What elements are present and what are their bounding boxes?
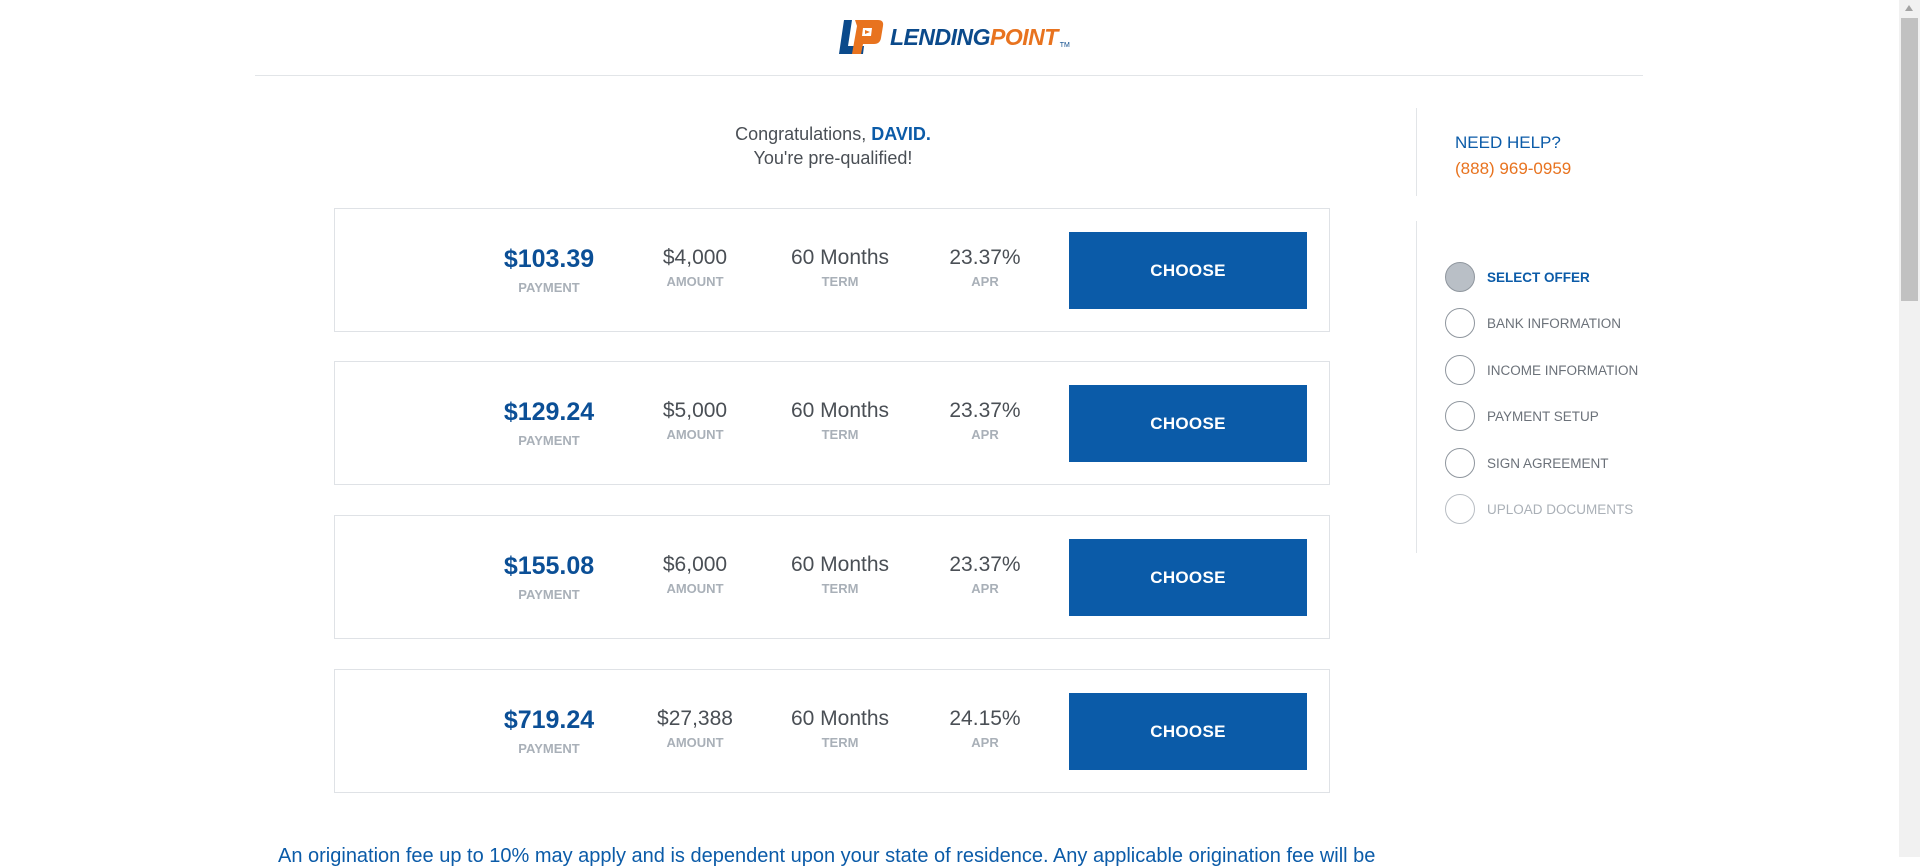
offer-card: $719.24 PAYMENT $27,388 AMOUNT 60 Months TE…	[334, 669, 1330, 793]
step-income-information: INCOME INFORMATION	[1445, 354, 1638, 386]
step-indicator-icon	[1445, 355, 1475, 385]
sidebar-divider	[1416, 108, 1417, 196]
help-phone-link[interactable]: (888) 969-0959	[1455, 159, 1571, 179]
apr-label: APR	[971, 274, 999, 289]
offer-apr: 23.37% APR	[925, 553, 1045, 596]
payment-label: PAYMENT	[518, 587, 580, 602]
offer-apr: 23.37% APR	[925, 399, 1045, 442]
payment-label: PAYMENT	[518, 280, 580, 295]
term-value: 60 Months	[790, 707, 890, 730]
offer-payment: $719.24 PAYMENT	[489, 706, 609, 756]
term-value: 60 Months	[790, 246, 890, 269]
logo-text-lending: LENDING	[890, 23, 991, 50]
scroll-up-arrow-icon[interactable]	[1905, 5, 1913, 11]
header-divider	[255, 75, 1643, 76]
page-scrollbar[interactable]	[1899, 0, 1920, 857]
apr-value: 24.15%	[949, 707, 1021, 730]
payment-label: PAYMENT	[518, 433, 580, 448]
amount-value: $5,000	[662, 399, 728, 422]
step-label: UPLOAD DOCUMENTS	[1487, 501, 1634, 517]
term-value: 60 Months	[790, 399, 890, 422]
payment-value: $103.39	[503, 245, 595, 273]
term-label: TERM	[821, 735, 859, 750]
offer-term: 60 Months TERM	[780, 707, 900, 750]
step-label: BANK INFORMATION	[1487, 315, 1622, 331]
offer-term: 60 Months TERM	[780, 246, 900, 289]
term-value: 60 Months	[790, 553, 890, 576]
apr-value: 23.37%	[949, 399, 1021, 422]
lendingpoint-logo[interactable]: LENDINGPOINT TM	[838, 17, 1070, 57]
sidebar-divider	[1416, 221, 1417, 553]
term-label: TERM	[821, 427, 859, 442]
step-bank-information: BANK INFORMATION	[1445, 307, 1621, 339]
offer-term: 60 Months TERM	[780, 399, 900, 442]
payment-value: $155.08	[503, 552, 595, 580]
term-label: TERM	[821, 274, 859, 289]
amount-label: AMOUNT	[666, 735, 724, 750]
offer-card: $103.39 PAYMENT $4,000 AMOUNT 60 Months TER…	[334, 208, 1330, 332]
apr-value: 23.37%	[949, 246, 1021, 269]
greeting-prefix: Congratulations,	[735, 124, 872, 144]
apr-label: APR	[971, 581, 999, 596]
prequalified-text: You're pre-qualified!	[753, 148, 913, 168]
choose-offer-button[interactable]: CHOOSE	[1069, 539, 1307, 616]
offer-card: $155.08 PAYMENT $6,000 AMOUNT 60 Months TER…	[334, 515, 1330, 639]
amount-value: $27,388	[657, 707, 733, 730]
offer-apr: 23.37% APR	[925, 246, 1045, 289]
term-label: TERM	[821, 581, 859, 596]
payment-value: $719.24	[503, 706, 595, 734]
customer-name: DAVID.	[871, 124, 931, 144]
step-label: PAYMENT SETUP	[1487, 408, 1599, 424]
step-upload-documents: UPLOAD DOCUMENTS	[1445, 493, 1633, 525]
step-label: SIGN AGREEMENT	[1487, 455, 1609, 471]
offer-amount: $4,000 AMOUNT	[635, 246, 755, 289]
amount-value: $4,000	[662, 246, 728, 269]
offer-amount: $27,388 AMOUNT	[635, 707, 755, 750]
apr-label: APR	[971, 735, 999, 750]
offer-payment: $103.39 PAYMENT	[489, 245, 609, 295]
offer-amount: $6,000 AMOUNT	[635, 553, 755, 596]
scrollbar-thumb[interactable]	[1901, 18, 1918, 301]
offer-term: 60 Months TERM	[780, 553, 900, 596]
offer-payment: $155.08 PAYMENT	[489, 552, 609, 602]
step-indicator-icon	[1445, 448, 1475, 478]
amount-label: AMOUNT	[666, 427, 724, 442]
step-sign-agreement: SIGN AGREEMENT	[1445, 447, 1609, 479]
logo-text-point: POINT	[990, 23, 1058, 50]
apr-label: APR	[971, 427, 999, 442]
step-payment-setup: PAYMENT SETUP	[1445, 400, 1599, 432]
offer-card: $129.24 PAYMENT $5,000 AMOUNT 60 Months TER…	[334, 361, 1330, 485]
step-indicator-icon	[1445, 262, 1475, 292]
offer-amount: $5,000 AMOUNT	[635, 399, 755, 442]
amount-label: AMOUNT	[666, 581, 724, 596]
apr-value: 23.37%	[949, 553, 1021, 576]
logo-trademark: TM	[1059, 42, 1070, 49]
step-label: INCOME INFORMATION	[1487, 362, 1639, 378]
need-help-heading: NEED HELP?	[1455, 133, 1561, 152]
amount-label: AMOUNT	[666, 274, 724, 289]
amount-value: $6,000	[662, 553, 728, 576]
step-label: SELECT OFFER	[1487, 269, 1590, 285]
choose-offer-button[interactable]: CHOOSE	[1069, 385, 1307, 462]
greeting: Congratulations, DAVID. You're pre-quali…	[334, 122, 1332, 170]
offer-payment: $129.24 PAYMENT	[489, 398, 609, 448]
choose-offer-button[interactable]: CHOOSE	[1069, 232, 1307, 309]
logo-wordmark: LENDINGPOINT	[890, 24, 1058, 51]
offer-apr: 24.15% APR	[925, 707, 1045, 750]
step-indicator-icon	[1445, 401, 1475, 431]
step-select-offer: SELECT OFFER	[1445, 261, 1590, 293]
payment-label: PAYMENT	[518, 741, 580, 756]
lendingpoint-mark-icon	[839, 20, 884, 54]
choose-offer-button[interactable]: CHOOSE	[1069, 693, 1307, 770]
step-indicator-icon	[1445, 308, 1475, 338]
payment-value: $129.24	[503, 398, 595, 426]
step-indicator-icon	[1445, 494, 1475, 524]
